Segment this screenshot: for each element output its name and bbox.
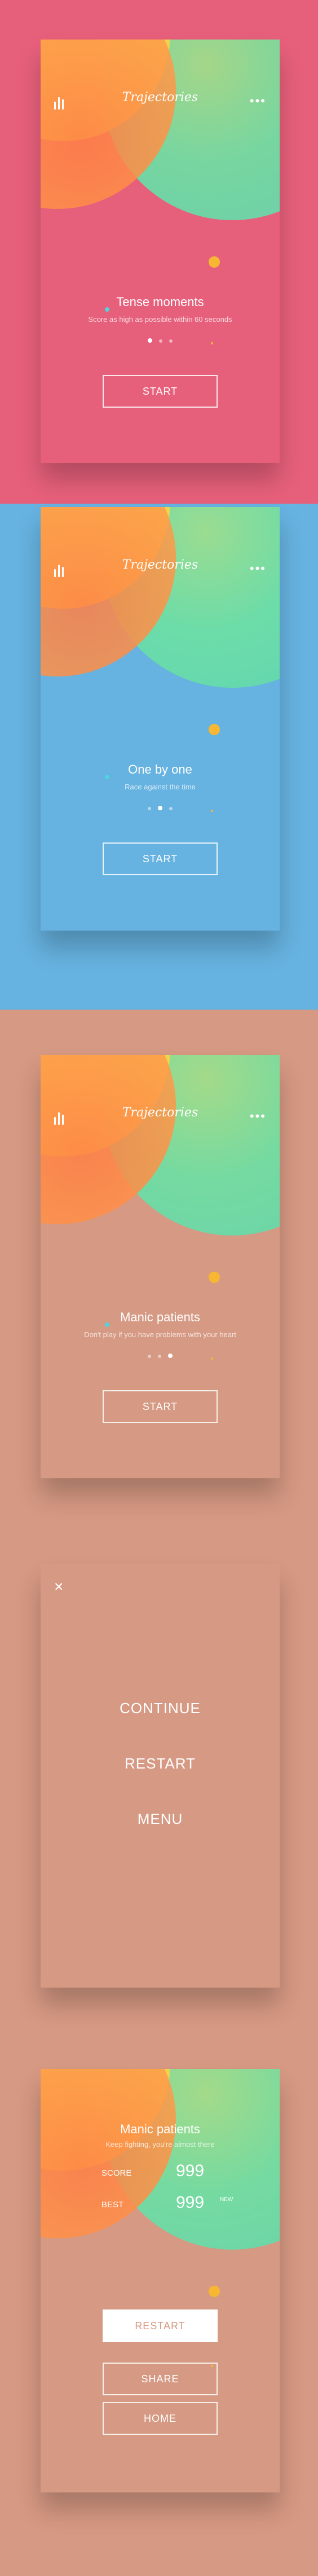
share-button[interactable]: SHARE (103, 2363, 218, 2395)
results-subtitle: Keep fighting, you're almost there (105, 2140, 215, 2149)
mode-title: Tense moments (116, 295, 204, 309)
more-dots-icon[interactable]: ••• (250, 1109, 266, 1124)
pause-menu-screen: × CONTINUE RESTART MENU (41, 1564, 280, 1988)
new-badge: NEW (220, 2197, 233, 2203)
app-logo: Trajectories (122, 558, 198, 572)
score-value: 999 (176, 2162, 205, 2180)
spark (211, 2365, 213, 2367)
home-button[interactable]: HOME (103, 2402, 218, 2435)
ball (209, 724, 220, 735)
ball (209, 256, 220, 268)
mode-screen-1: Trajectories ••• Tense moments Score as … (41, 40, 280, 463)
restart-button[interactable]: RESTART (41, 1755, 280, 1772)
score-label: SCORE (101, 2168, 132, 2178)
mode-title: Manic patients (120, 1310, 200, 1324)
best-label: BEST (101, 2200, 124, 2210)
ball (209, 1272, 220, 1283)
spark (211, 1357, 213, 1360)
mode-screen-3: Trajectories ••• Manic patients Don't pl… (41, 1055, 280, 1478)
continue-button[interactable]: CONTINUE (41, 1700, 280, 1717)
app-logo: Trajectories (122, 90, 198, 104)
close-icon[interactable]: × (54, 1578, 63, 1596)
results-title: Manic patients (120, 2122, 200, 2136)
spark (211, 810, 213, 812)
results-screen: Manic patients Keep fighting, you're alm… (41, 2069, 280, 2492)
page-indicator[interactable] (41, 335, 280, 346)
spark (211, 342, 213, 344)
page-indicator[interactable] (41, 1351, 280, 1361)
best-value: 999 (176, 2193, 205, 2212)
mode-screen-2: Trajectories ••• One by one Race against… (41, 507, 280, 931)
start-button[interactable]: START (103, 375, 218, 408)
more-dots-icon[interactable]: ••• (250, 94, 266, 108)
menu-button[interactable]: MENU (41, 1810, 280, 1828)
mode-title: One by one (128, 762, 192, 776)
mode-subtitle: Race against the time (125, 783, 196, 791)
page-indicator[interactable] (41, 803, 280, 813)
app-logo: Trajectories (122, 1106, 198, 1120)
ball (209, 2286, 220, 2297)
more-dots-icon[interactable]: ••• (250, 561, 266, 576)
mode-subtitle: Score as high as possible within 60 seco… (88, 315, 232, 324)
start-button[interactable]: START (103, 1390, 218, 1423)
mode-subtitle: Don't play if you have problems with you… (84, 1330, 236, 1339)
restart-button[interactable]: RESTART (103, 2309, 218, 2342)
start-button[interactable]: START (103, 842, 218, 875)
